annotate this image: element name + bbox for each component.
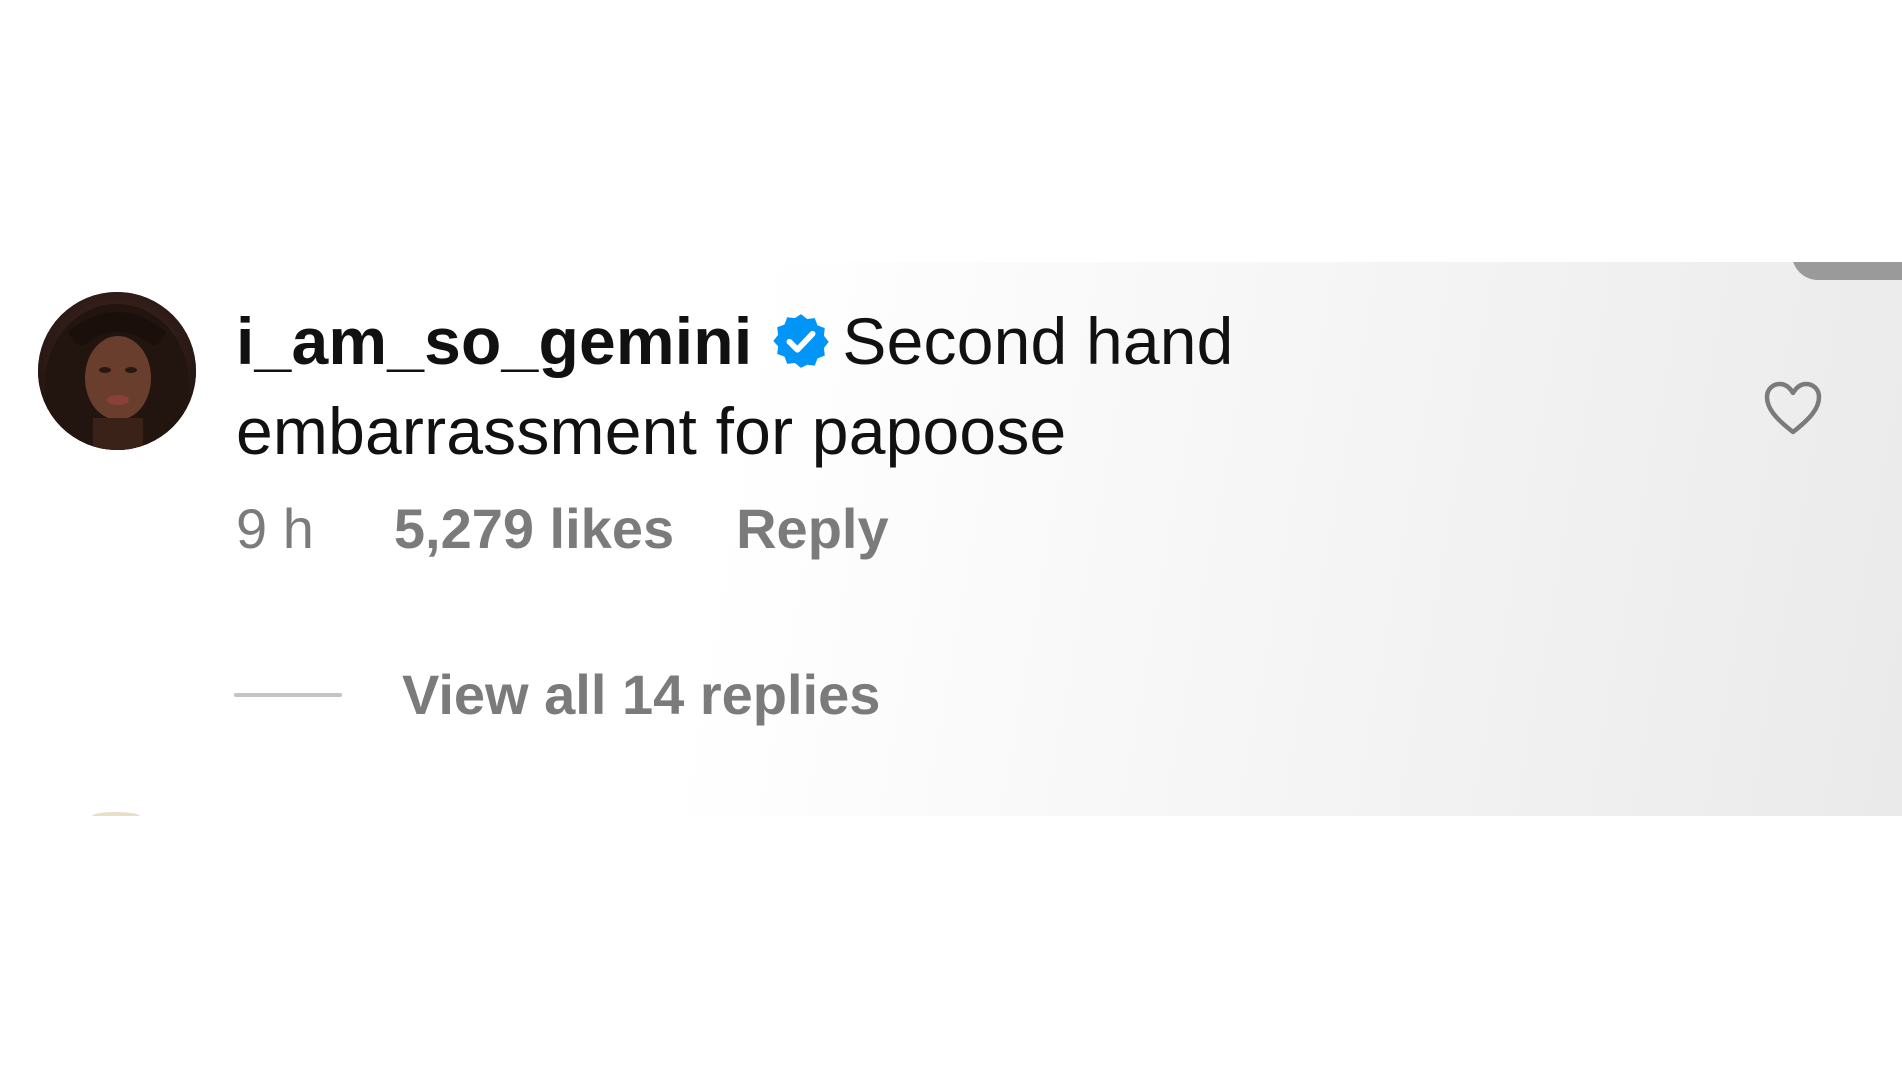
view-replies-row[interactable]: View all 14 replies bbox=[234, 660, 880, 730]
avatar-photo bbox=[38, 292, 196, 450]
view-replies-button[interactable]: View all 14 replies bbox=[402, 660, 880, 730]
comment-text-block: i_am_so_gemini Second hand embarrassment … bbox=[236, 296, 1326, 476]
username-link[interactable]: i_am_so_gemini bbox=[236, 304, 752, 378]
next-card-edge bbox=[1792, 262, 1902, 280]
likes-count[interactable]: 5,279 likes bbox=[394, 494, 674, 564]
reply-button[interactable]: Reply bbox=[736, 494, 889, 564]
comment-time: 9 h bbox=[236, 497, 314, 560]
verified-badge-icon bbox=[773, 314, 830, 368]
heart-outline-icon[interactable] bbox=[1763, 380, 1823, 436]
screen: i_am_so_gemini Second hand embarrassment … bbox=[0, 0, 1902, 1080]
comment-card: i_am_so_gemini Second hand embarrassment … bbox=[0, 262, 1902, 816]
avatar[interactable] bbox=[38, 292, 196, 450]
comment-meta-row: 9 h 5,279 likes Reply bbox=[236, 494, 889, 564]
next-comment-avatar-edge bbox=[92, 812, 140, 816]
replies-divider-line bbox=[234, 693, 342, 697]
